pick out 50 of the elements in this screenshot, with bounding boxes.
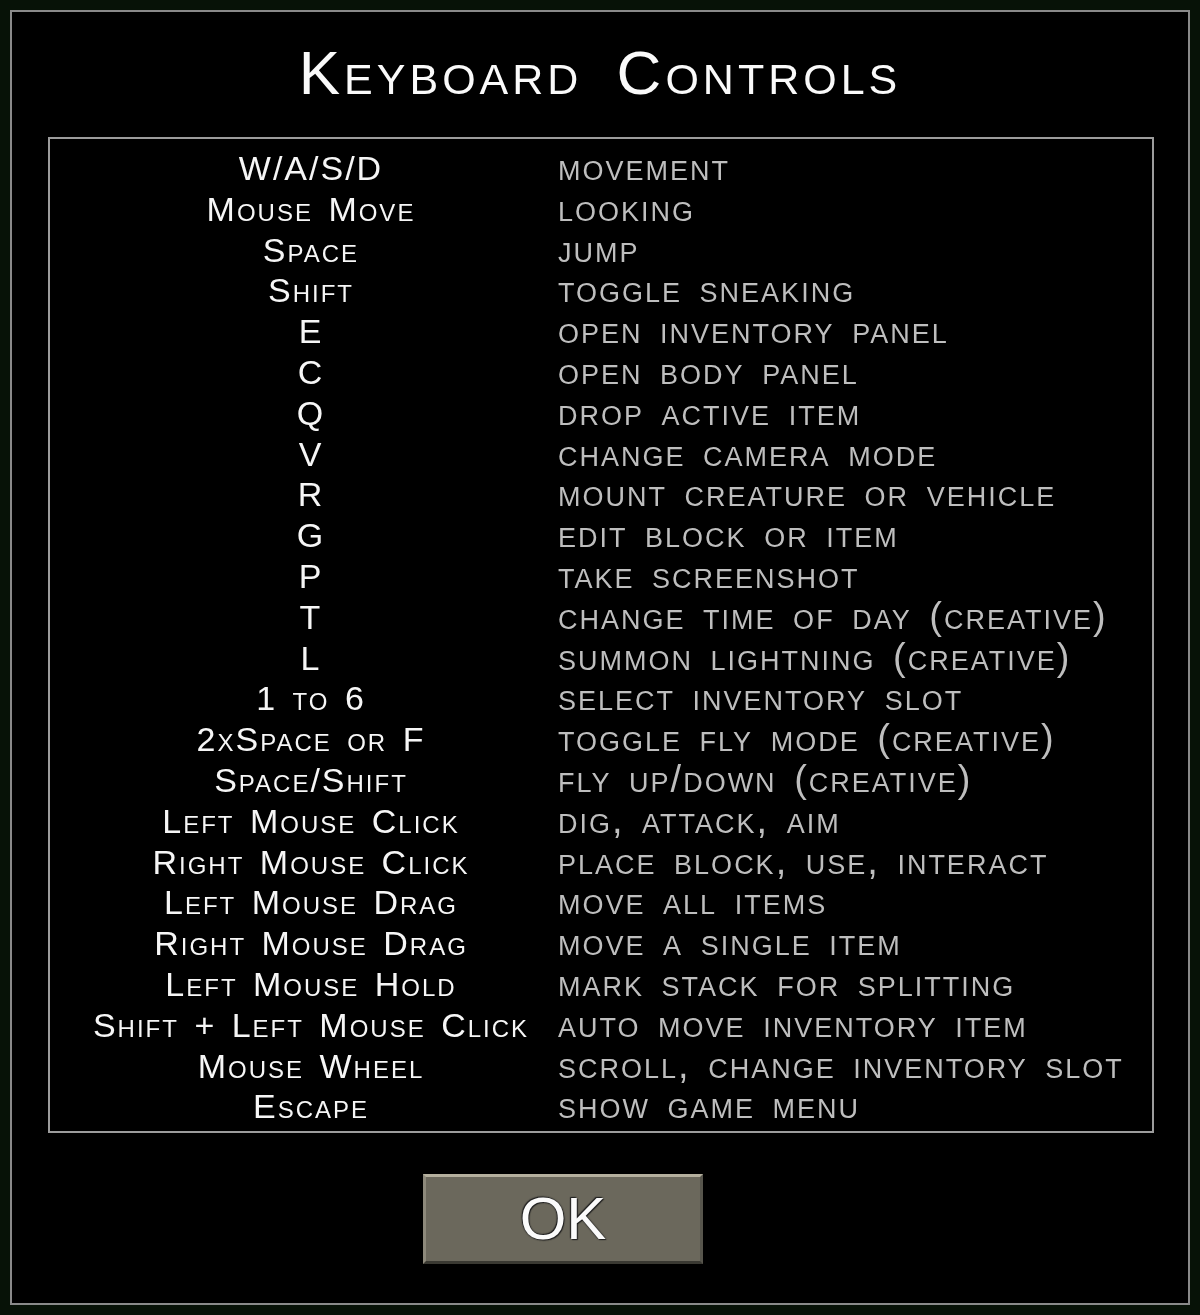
action-description: looking (558, 187, 696, 229)
key-binding-label: Mouse Move (206, 188, 416, 230)
action-description: show game menu (558, 1085, 861, 1127)
key-binding-label: Space (262, 229, 360, 271)
key-binding-label: 1 to 6 (256, 678, 366, 720)
key-binding-label: Left Mouse Drag (164, 882, 458, 924)
key-binding-label: Right Mouse Click (152, 841, 470, 883)
key-binding-label: R (297, 474, 325, 516)
action-description: summon lightning (creative) (558, 636, 1072, 678)
dialog-title: Keyboard Controls (298, 42, 902, 104)
key-binding-label: P (298, 555, 324, 597)
action-description: take screenshot (558, 554, 860, 596)
key-binding-label: W/A/S/D (238, 148, 384, 189)
action-description: mark stack for splitting (558, 962, 1016, 1004)
key-binding-label: Q (296, 392, 326, 434)
action-description: move a single item (558, 922, 902, 963)
action-description: change time of day (creative) (558, 595, 1108, 637)
action-description: dig, attack, aim (558, 799, 841, 841)
key-binding-label: Escape (252, 1086, 369, 1128)
action-description: move all items (558, 881, 828, 923)
action-description: change camera mode (558, 432, 938, 474)
key-binding-label: Right Mouse Drag (154, 923, 468, 964)
key-binding-label: T (299, 596, 323, 638)
action-description: open inventory panel (558, 310, 949, 351)
key-binding-label: Shift (268, 270, 354, 312)
key-binding-label: E (298, 311, 324, 352)
key-binding-label: G (296, 515, 326, 556)
action-description: auto move inventory item (558, 1003, 1028, 1045)
ok-button[interactable]: OK (423, 1174, 703, 1264)
key-binding-label: L (300, 637, 322, 679)
action-description: toggle fly mode (creative) (558, 718, 1056, 759)
key-binding-label: Shift + Left Mouse Click (92, 1004, 530, 1046)
action-description: jump (558, 228, 640, 270)
action-description: scroll, change inventory slot (558, 1044, 1124, 1086)
key-binding-label: Mouse Wheel (197, 1045, 425, 1087)
action-description: toggle sneaking (558, 269, 856, 311)
key-binding-label: V (298, 433, 324, 475)
action-description: edit block or item (558, 514, 899, 555)
action-description: open body panel (558, 351, 859, 392)
action-description: fly up/down (creative) (558, 758, 973, 800)
action-description: movement (558, 147, 730, 188)
action-description: place block, use, interact (558, 840, 1049, 882)
action-description: drop active item (558, 391, 862, 433)
key-binding-label: C (297, 352, 325, 393)
key-binding-label: Space/Shift (214, 759, 408, 801)
key-binding-label: Left Mouse Click (162, 800, 460, 842)
key-binding-label: 2xSpace or F (196, 719, 426, 760)
action-description: mount creature or vehicle (558, 473, 1057, 515)
key-binding-label: Left Mouse Hold (165, 963, 457, 1005)
action-description: select inventory slot (558, 677, 964, 719)
